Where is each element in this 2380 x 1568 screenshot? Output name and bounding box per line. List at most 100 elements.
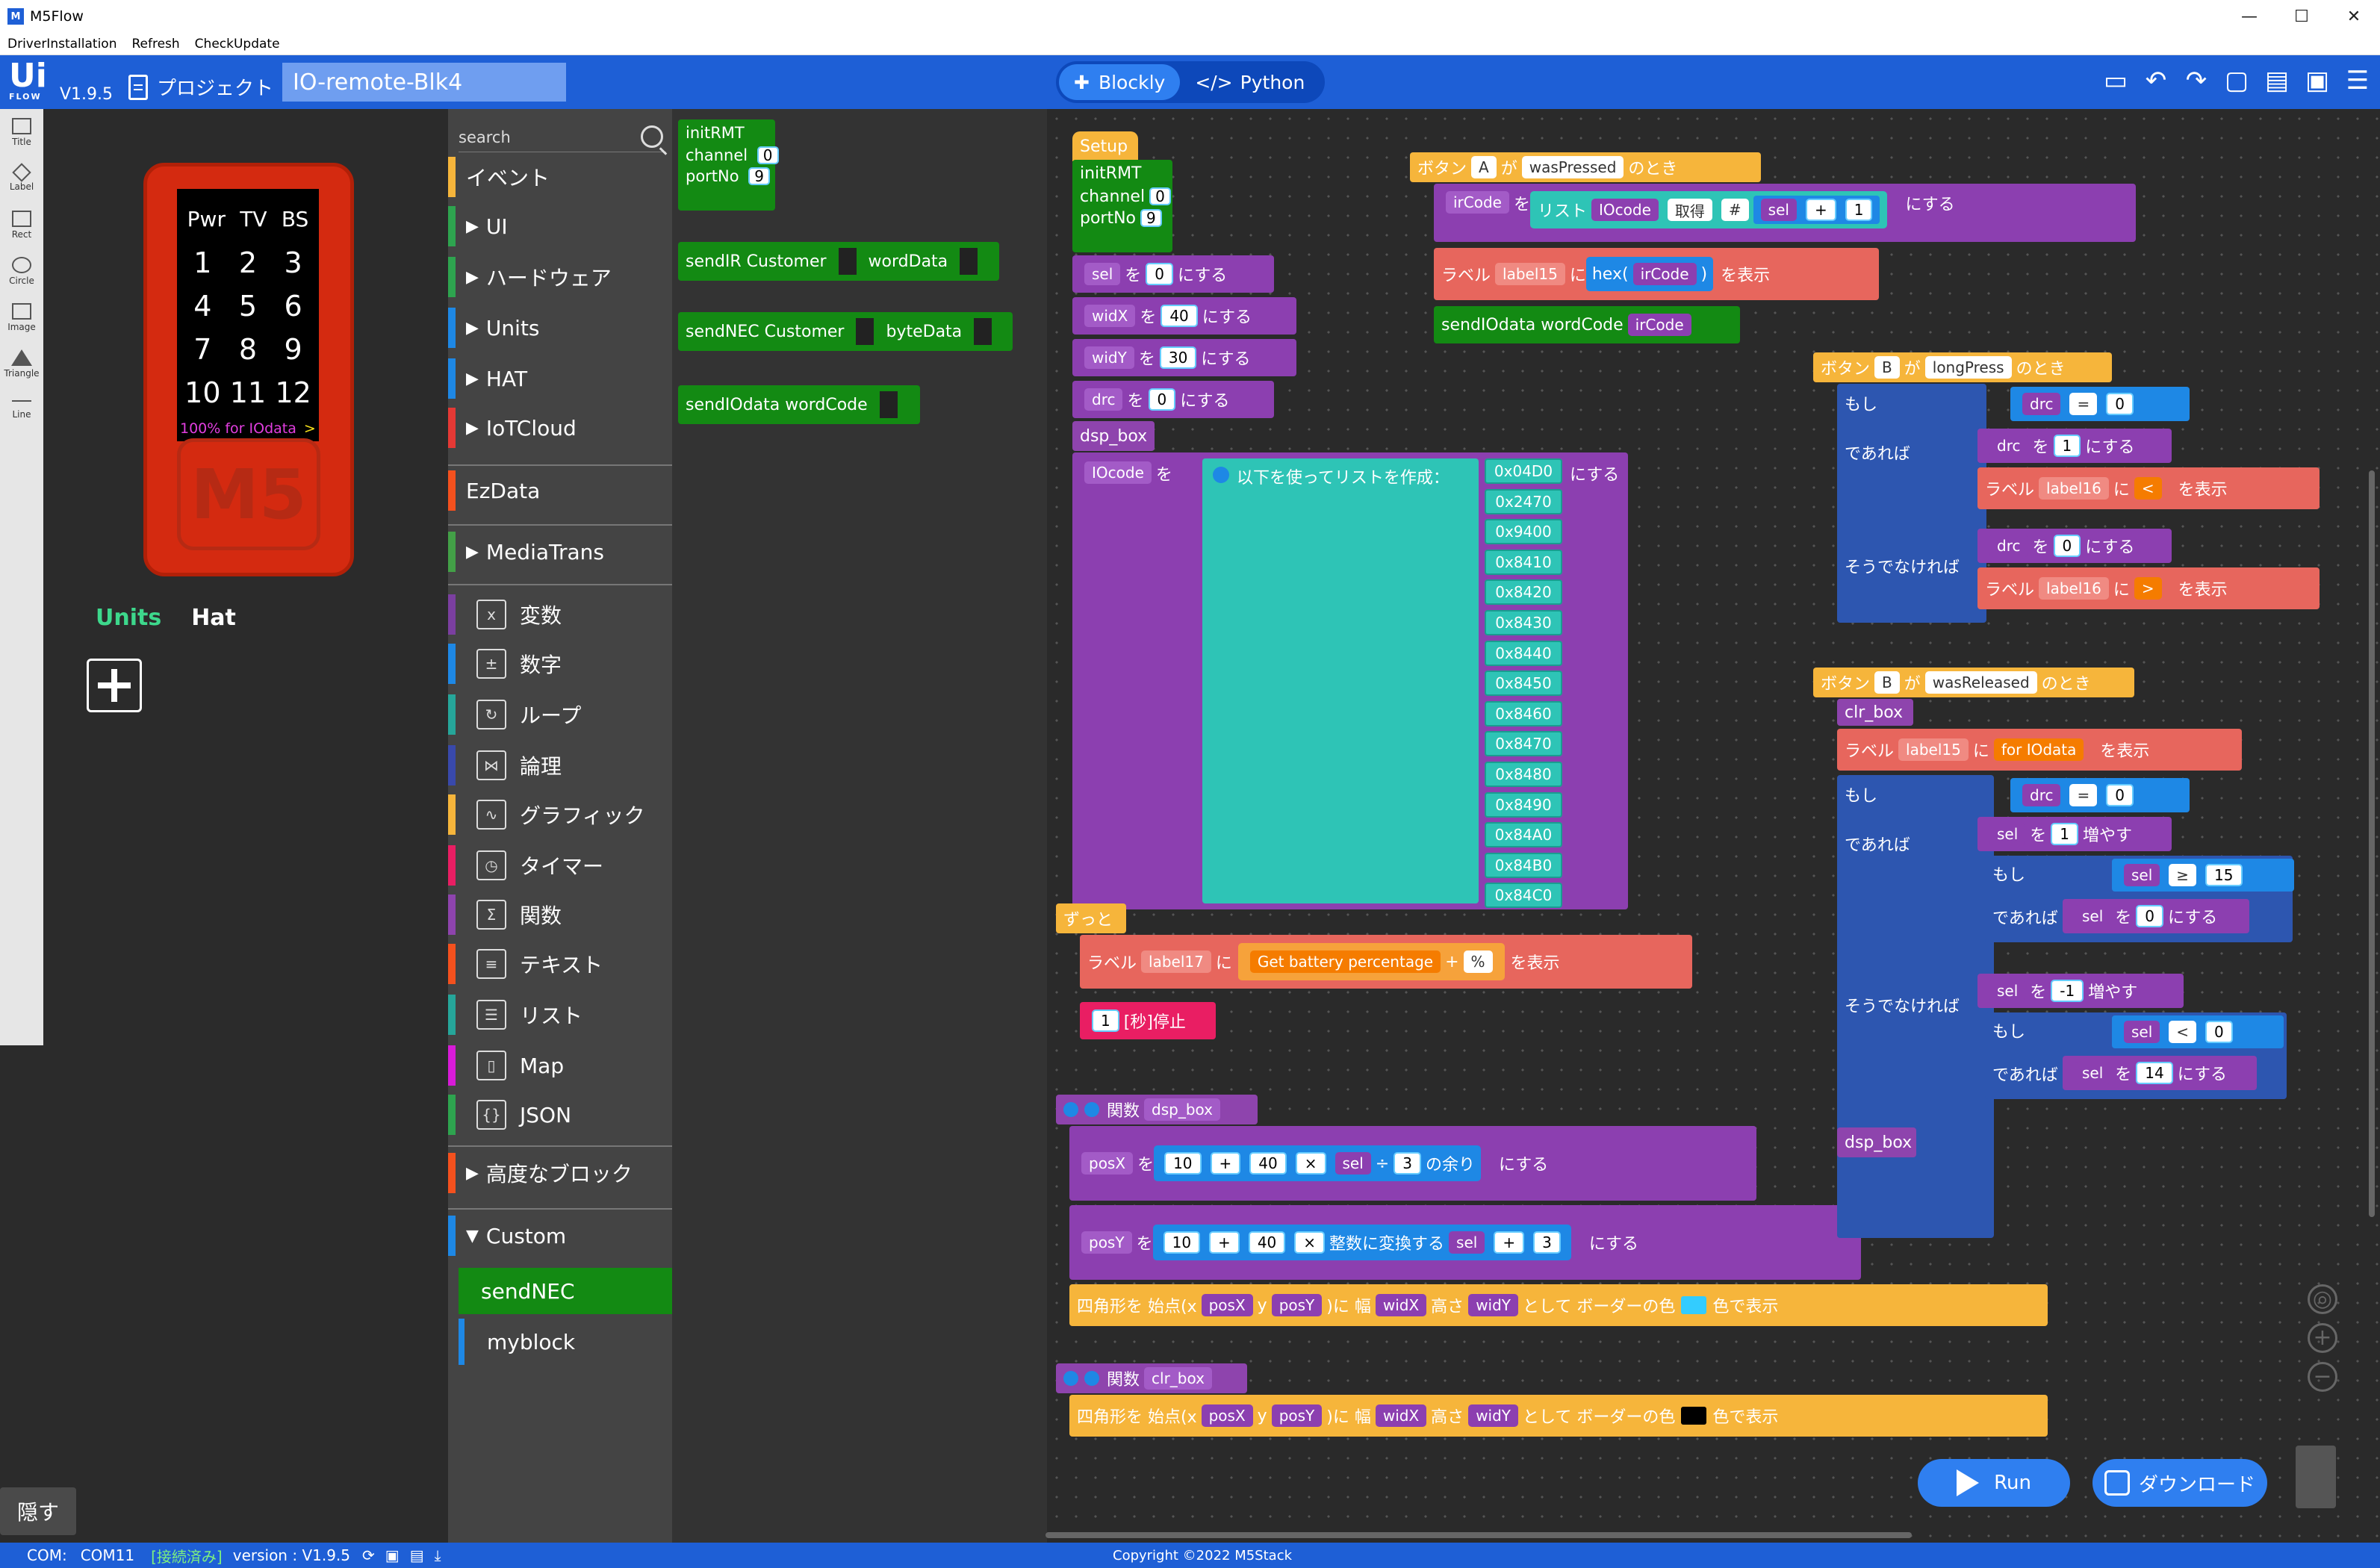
add-unit-button[interactable]: [87, 659, 142, 712]
color-swatch[interactable]: [1681, 1296, 1707, 1314]
tab-hat[interactable]: Hat: [191, 605, 236, 631]
list-item-hex[interactable]: 0x8480: [1485, 761, 1562, 787]
show-label16-gt-block[interactable]: ラベル label16 に > を表示: [1977, 567, 2320, 609]
compare-drc-released-block[interactable]: drc = 0: [2010, 778, 2190, 812]
show-label16-lt-block[interactable]: ラベル label16 に < を表示: [1977, 467, 2320, 509]
search-icon[interactable]: [641, 125, 663, 148]
compare-sel-ge-15[interactable]: sel ≥15: [2112, 859, 2294, 892]
close-button[interactable]: ✕: [2328, 0, 2380, 33]
category-13[interactable]: ∿ グラフィック: [448, 794, 672, 835]
category-18[interactable]: ▯ Map: [448, 1045, 672, 1086]
show-label17-block[interactable]: ラベル label17 に Get battery percentage +% を表示: [1080, 935, 1692, 989]
set-sel-14-block[interactable]: sel を 14 にする: [2063, 1056, 2257, 1090]
tool-line[interactable]: Line: [0, 387, 43, 433]
show-label15-iodata-block[interactable]: ラベル label15 に for IOdata を表示: [1837, 729, 2242, 771]
search-input[interactable]: search: [459, 122, 666, 152]
minimize-button[interactable]: —: [2223, 0, 2275, 33]
gear-icon[interactable]: [1063, 1371, 1078, 1386]
com-port[interactable]: COM11: [81, 1546, 134, 1564]
horizontal-scrollbar[interactable]: [1045, 1532, 1912, 1538]
category-15[interactable]: Σ 関数: [448, 895, 672, 935]
tool-title[interactable]: Title: [0, 109, 43, 155]
create-list-block[interactable]: 以下を使ってリストを作成：: [1202, 458, 1479, 903]
list-item-hex[interactable]: 0x04D0: [1485, 458, 1562, 484]
function-clr-box-header[interactable]: 関数 clr_box: [1056, 1363, 1247, 1393]
setup-block[interactable]: Setup: [1072, 131, 1138, 161]
call-clr-box-block[interactable]: clr_box: [1837, 699, 1913, 726]
list-item-hex[interactable]: 0x8430: [1485, 609, 1562, 635]
category-20[interactable]: ▶ 高度なブロック: [448, 1153, 672, 1193]
category-6[interactable]: ▶ IoTCloud: [448, 408, 672, 448]
category-19[interactable]: {} JSON: [448, 1095, 672, 1135]
forever-block[interactable]: ずっと: [1056, 903, 1126, 933]
call-dsp-box-released-block[interactable]: dsp_box: [1837, 1127, 1916, 1157]
tool-circle[interactable]: Circle: [0, 248, 43, 294]
list-item-hex[interactable]: 0x84C0: [1485, 883, 1562, 909]
compare-sel-lt-0[interactable]: sel <0: [2112, 1015, 2284, 1048]
sendnec-block[interactable]: sendNEC Customer byteData: [678, 312, 1013, 351]
download-status-icon[interactable]: ⤓: [435, 1546, 441, 1564]
category-12[interactable]: ⋈ 論理: [448, 745, 672, 785]
set-drc-block[interactable]: drc を 0 にする: [1072, 381, 1274, 418]
screen-num[interactable]: 2: [239, 241, 257, 284]
screen-num[interactable]: 4: [193, 284, 211, 328]
gear-icon[interactable]: [1063, 1102, 1078, 1117]
call-dsp-box-block[interactable]: dsp_box: [1072, 421, 1155, 451]
category-9[interactable]: x 変数: [448, 594, 672, 635]
sendiodata-ircode-block[interactable]: sendIOdata wordCode irCode: [1434, 306, 1740, 343]
if-else-drc-block[interactable]: もし であれば そうでなければ: [1837, 384, 1986, 623]
sendir-block[interactable]: sendIR Customer wordData: [678, 242, 999, 281]
custom-item-sendnec[interactable]: sendNEC: [459, 1268, 672, 1314]
category-2[interactable]: ▶ UI: [448, 206, 672, 246]
refresh-icon[interactable]: ⟳: [362, 1546, 375, 1564]
button-b-released-event[interactable]: ボタン B が wasReleased のとき: [1813, 668, 2134, 697]
menu-icon[interactable]: ☰: [2343, 63, 2373, 99]
category-5[interactable]: ▶ HAT: [448, 358, 672, 399]
if-else-sel-block[interactable]: もし であれば そうでなければ: [1837, 775, 1994, 1238]
maximize-button[interactable]: ☐: [2275, 0, 2328, 33]
category-10[interactable]: ± 数字: [448, 644, 672, 684]
tab-blockly[interactable]: ✚ Blockly: [1059, 64, 1181, 100]
set-widy-block[interactable]: widY を 30 にする: [1072, 339, 1296, 376]
save-icon[interactable]: ▣: [2302, 63, 2332, 99]
undo-icon[interactable]: ↶: [2141, 63, 2171, 99]
list-item-hex[interactable]: 0x8490: [1485, 791, 1562, 818]
button-b-longpress-event[interactable]: ボタン B が longPress のとき: [1813, 352, 2112, 382]
screen-num[interactable]: 11: [230, 371, 266, 414]
project-name-input[interactable]: [282, 63, 566, 102]
category-7[interactable]: EzData: [448, 470, 672, 511]
list-item-hex[interactable]: 0x8420: [1485, 579, 1562, 606]
screen-num[interactable]: 3: [285, 241, 302, 284]
device-screen[interactable]: Pwr TV BS 123 456 789 10 11 12 100% for IOda…: [177, 189, 319, 441]
set-drc-0-block[interactable]: drc を 0 にする: [1977, 529, 2172, 563]
list-item-hex[interactable]: 0x84A0: [1485, 822, 1562, 848]
screen-num[interactable]: 6: [285, 284, 302, 328]
draw-rect-block[interactable]: 四角形を 始点(x posX y posY)に 幅 widX 高さ widY として ボーダー…: [1069, 1284, 2048, 1326]
sendiodata-block[interactable]: sendIOdata wordCode: [678, 385, 920, 424]
button-a-pressed-event[interactable]: ボタン A が wasPressed のとき: [1410, 152, 1761, 182]
tool-rect[interactable]: Rect: [0, 202, 43, 248]
show-label15-block[interactable]: ラベル label15 に hex(irCode) を表示: [1434, 248, 1879, 300]
list-item-hex[interactable]: 0x2470: [1485, 488, 1562, 514]
screen-battery-label[interactable]: 100% for IOdata >: [180, 420, 316, 437]
screen-num[interactable]: 9: [285, 328, 302, 371]
trash-icon[interactable]: [2296, 1446, 2336, 1508]
category-14[interactable]: ◷ タイマー: [448, 845, 672, 886]
category-11[interactable]: ↻ ループ: [448, 694, 672, 735]
screen-num[interactable]: 5: [239, 284, 257, 328]
menu-refresh[interactable]: Refresh: [131, 37, 179, 52]
initrmt-workspace-block[interactable]: initRMT channel 0 portNo 9: [1072, 160, 1172, 252]
gear-icon[interactable]: [1213, 467, 1229, 483]
menu-check-update[interactable]: CheckUpdate: [195, 37, 280, 52]
category-16[interactable]: ≡ テキスト: [448, 944, 672, 984]
zoom-in-icon[interactable]: +: [2308, 1323, 2337, 1353]
set-iocode-block[interactable]: IOcode を 以下を使ってリストを作成： 0x04D0 0x2470 0x9400…: [1072, 452, 1628, 909]
new-file-icon[interactable]: ▢: [2222, 63, 2252, 99]
download-button[interactable]: ダウンロード: [2092, 1459, 2267, 1507]
category-17[interactable]: ☰ リスト: [448, 995, 672, 1035]
screen-num[interactable]: 7: [193, 328, 211, 371]
wait-block[interactable]: 1 [秒]停止: [1080, 1002, 1216, 1039]
set-posy-block[interactable]: posY を 10 +40 × 整数に変換する sel +3 にする: [1069, 1205, 1861, 1280]
screen-num[interactable]: 10: [184, 371, 220, 414]
set-drc-1-block[interactable]: drc を 1 にする: [1977, 429, 2172, 463]
